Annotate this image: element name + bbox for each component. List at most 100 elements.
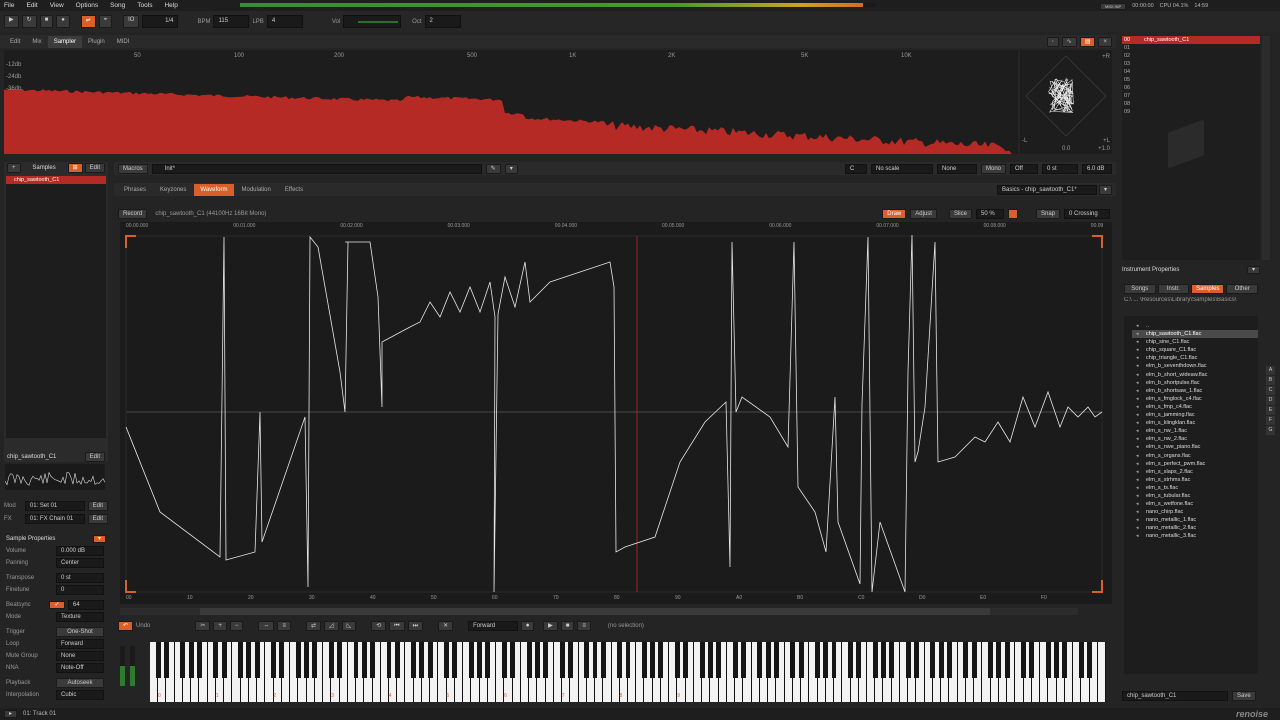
file-item[interactable]: elm_s_slaps_2.flac (1132, 468, 1258, 476)
waveform-graph[interactable] (120, 222, 1112, 604)
parent-folder-item[interactable]: .. (1132, 322, 1258, 330)
loop-direction-select[interactable]: Forward (468, 621, 519, 631)
loop-marker[interactable] (1092, 580, 1103, 593)
midi-input-badge[interactable]: MIDI INP (1100, 2, 1127, 10)
piano-black-key[interactable] (584, 642, 590, 678)
tab-keyzones[interactable]: Keyzones (154, 184, 192, 196)
pitch-slider[interactable] (120, 646, 125, 686)
piano-black-key[interactable] (254, 642, 260, 678)
piano-black-key[interactable] (625, 642, 631, 678)
piano-black-key[interactable] (271, 642, 277, 678)
record-sample-button[interactable]: Record (118, 209, 148, 219)
draw-button[interactable]: Draw (882, 209, 907, 219)
lpb-field[interactable]: 4 (266, 15, 303, 28)
piano-black-key[interactable] (1029, 642, 1035, 678)
waveform-view-button[interactable]: ∿ (1061, 36, 1077, 47)
scale-key-select[interactable]: C (844, 163, 867, 174)
file-item[interactable]: elm_b_short_wideaw.flac (1132, 371, 1258, 379)
piano-black-key[interactable] (180, 642, 186, 678)
browser-slot-button[interactable]: A (1266, 366, 1275, 375)
mod-select[interactable]: 01: Set 01 (24, 501, 85, 511)
piano-black-key[interactable] (238, 642, 244, 678)
piano-black-key[interactable] (419, 642, 425, 678)
fx-select[interactable]: 01: FX Chain 01 (24, 514, 85, 524)
record-button[interactable]: ● (56, 15, 70, 28)
piano-black-key[interactable] (534, 642, 540, 678)
file-item[interactable]: elm_s_ts.flac (1132, 484, 1258, 492)
file-item[interactable]: elm_s_klingklan.flac (1132, 419, 1258, 427)
preset-menu-button[interactable]: ▾ (1098, 184, 1112, 195)
piano-black-key[interactable] (996, 642, 1002, 678)
piano-black-key[interactable] (477, 642, 483, 678)
piano-black-key[interactable] (1021, 642, 1027, 678)
browser-slot-button[interactable]: G (1266, 426, 1275, 435)
beatsync-checkbox[interactable]: ✓ (49, 601, 65, 609)
metronome-button[interactable]: ⥂ (80, 15, 96, 28)
browser-slot-button[interactable]: F (1266, 416, 1275, 425)
waveform-view[interactable]: 00.00.000 00.01.000 00.02.000 00.03.000 00.0… (120, 222, 1112, 604)
waveform-trace[interactable] (125, 234, 1103, 593)
piano-black-key[interactable] (543, 642, 549, 678)
file-item[interactable]: elm_s_wetfone.flac (1132, 500, 1258, 508)
loop-play-button[interactable]: ↻ (21, 15, 37, 28)
tab-waveform[interactable]: Waveform (194, 183, 234, 196)
piano-black-key[interactable] (913, 642, 919, 678)
key-select[interactable]: None (936, 163, 977, 174)
instrument-slot[interactable]: 01 (1122, 44, 1260, 52)
slice-button[interactable]: Slice (948, 209, 972, 219)
piano-black-key[interactable] (328, 642, 334, 678)
piano-black-key[interactable] (905, 642, 911, 678)
reverse-button[interactable]: ⇄ (305, 621, 321, 631)
preview-loop-button[interactable]: ≡ (577, 621, 591, 631)
piano-black-key[interactable] (1078, 642, 1084, 678)
piano-black-key[interactable] (155, 642, 161, 678)
piano-black-key[interactable] (1054, 642, 1060, 678)
fade-in-button[interactable]: ◿ (323, 621, 339, 631)
piano-black-key[interactable] (757, 642, 763, 678)
volume-field[interactable]: 0.000 dB (56, 546, 104, 556)
browser-slot-button[interactable]: D (1266, 396, 1275, 405)
piano-black-key[interactable] (971, 642, 977, 678)
crossing-select[interactable]: 0 Crossing (1064, 209, 1110, 219)
piano-black-key[interactable] (938, 642, 944, 678)
piano-black-key[interactable] (427, 642, 433, 678)
file-item[interactable]: chip_square_C1.flac (1132, 346, 1258, 354)
piano-black-key[interactable] (946, 642, 952, 678)
oct-field[interactable]: 2 (424, 15, 461, 28)
piano-black-key[interactable] (674, 642, 680, 678)
file-item[interactable]: chip_sine_C1.flac (1132, 338, 1258, 346)
tab-phrases[interactable]: Phrases (118, 184, 152, 196)
piano-black-key[interactable] (707, 642, 713, 678)
piano-black-key[interactable] (279, 642, 285, 678)
remove-button[interactable]: − (229, 621, 244, 631)
instrument-slot[interactable]: 08 (1122, 100, 1260, 108)
file-item[interactable]: elm_s_perfect_pwm.flac (1132, 460, 1258, 468)
piano-black-key[interactable] (732, 642, 738, 678)
file-item[interactable]: elm_b_shortpulse.flac (1132, 379, 1258, 387)
pitch-field[interactable]: 0 st (1042, 163, 1078, 174)
piano-black-key[interactable] (295, 642, 301, 678)
file-item[interactable]: elm_s_nw_2.flac (1132, 435, 1258, 443)
instrument-slot[interactable]: 02 (1122, 52, 1260, 60)
tab-instr[interactable]: Instr. (1157, 283, 1190, 294)
instrument-slot[interactable]: 06 (1122, 84, 1260, 92)
piano-black-key[interactable] (600, 642, 606, 678)
piano-black-key[interactable] (452, 642, 458, 678)
macro-preset-select[interactable]: Init* (151, 163, 482, 174)
piano-black-key[interactable] (773, 642, 779, 678)
piano-black-key[interactable] (683, 642, 689, 678)
mono-button[interactable]: Mono (980, 163, 1006, 174)
piano-white-key[interactable] (1097, 642, 1105, 702)
piano-black-key[interactable] (872, 642, 878, 678)
samples-edit-button[interactable]: Edit (84, 163, 105, 173)
play-button[interactable]: ▶ (4, 15, 19, 28)
tab-other[interactable]: Other (1226, 283, 1258, 294)
piano-black-key[interactable] (559, 642, 565, 678)
piano-black-key[interactable] (1004, 642, 1010, 678)
piano-black-key[interactable] (444, 642, 450, 678)
tab-sampler[interactable]: Sampler (47, 35, 83, 48)
piano-black-key[interactable] (468, 642, 474, 678)
sample-list-item[interactable]: chip_sawtooth_C1 (6, 176, 106, 184)
adjust-button[interactable]: Adjust (910, 209, 937, 219)
piano-black-key[interactable] (650, 642, 656, 678)
